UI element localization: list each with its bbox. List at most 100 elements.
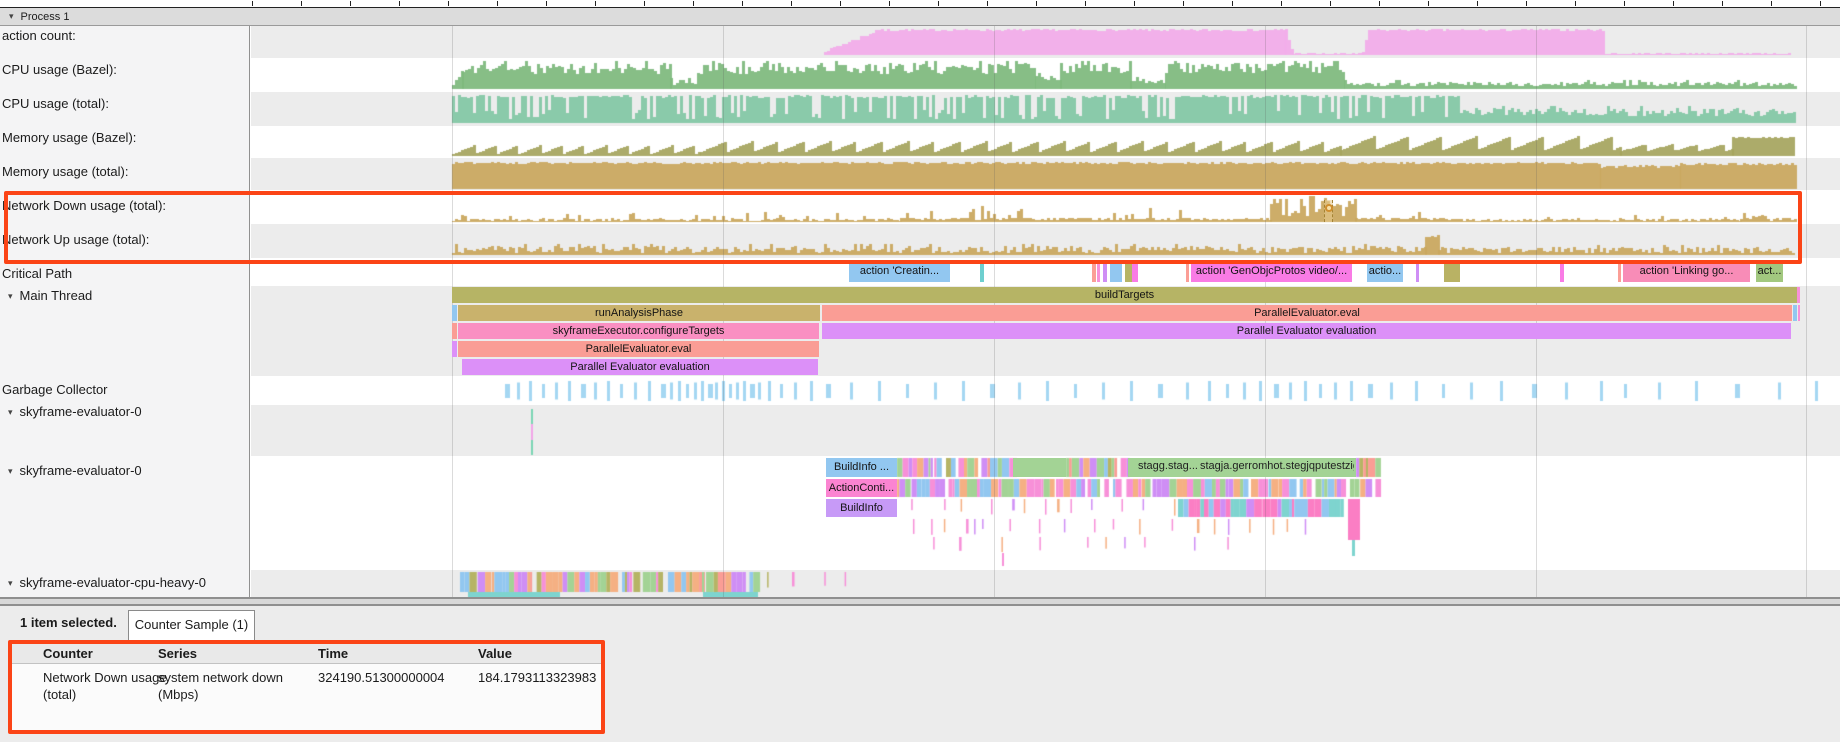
- ruler-tick: [1379, 1, 1380, 6]
- trace-slice[interactable]: ParallelEvaluator.eval: [822, 305, 1792, 321]
- ruler-tick: [938, 1, 939, 6]
- overlapping-slice-label: stagja.gerromhot.stegjqputestzigb.remot.…: [1200, 460, 1354, 472]
- trace-slice[interactable]: ParallelEvaluator.eval: [458, 341, 819, 357]
- ruler-tick: [1134, 1, 1135, 6]
- collapse-arrow-icon[interactable]: ▾: [8, 463, 13, 479]
- trace-slice[interactable]: [452, 305, 457, 321]
- trace-slice[interactable]: [1798, 305, 1800, 321]
- selection-status-text: 1 item selected.: [20, 615, 117, 630]
- process-header[interactable]: ▾Process 1: [0, 8, 1840, 26]
- critical-path-slice[interactable]: [1416, 261, 1419, 282]
- critical-path-slice[interactable]: [1444, 261, 1460, 282]
- table-header-background: [12, 643, 601, 663]
- ruler-tick: [1771, 1, 1772, 6]
- cell-value: 184.1793113323983: [478, 670, 596, 685]
- sidebar-item-skyframe-evaluator-0[interactable]: ▾ skyframe-evaluator-0: [8, 463, 142, 479]
- ruler-tick: [1722, 1, 1723, 6]
- trace-slice[interactable]: [1793, 305, 1797, 321]
- critical-path-slice[interactable]: [1618, 261, 1621, 282]
- trace-slice[interactable]: BuildInfo: [826, 499, 897, 517]
- ruler-tick: [1281, 1, 1282, 6]
- trace-slice[interactable]: [452, 341, 457, 357]
- track-label: Critical Path: [2, 266, 72, 281]
- trace-slice[interactable]: BuildInfo ...: [826, 458, 897, 477]
- sidebar-item-memory-usage-total[interactable]: Memory usage (total):: [2, 164, 128, 180]
- ruler-tick: [497, 1, 498, 6]
- track-label: Memory usage (Bazel):: [2, 130, 136, 145]
- critical-path-slice[interactable]: action 'Creatin...: [849, 261, 950, 282]
- critical-path-slice[interactable]: action 'Linking go...: [1623, 261, 1750, 282]
- trace-slice[interactable]: skyframeExecutor.configureTargets: [458, 323, 819, 339]
- selected-sample-marker-icon[interactable]: [1325, 204, 1333, 212]
- sidebar-item-skyframe-evaluator-cpu-heavy-0[interactable]: ▾ skyframe-evaluator-cpu-heavy-0: [8, 575, 206, 591]
- track-label: skyframe-evaluator-cpu-heavy-0: [20, 575, 206, 590]
- trace-slice[interactable]: [1013, 458, 1066, 477]
- track-label: CPU usage (total):: [2, 96, 109, 111]
- critical-path-slice[interactable]: action 'GenObjcProtos video/...: [1191, 261, 1352, 282]
- sidebar-item-network-down-usage-total[interactable]: Network Down usage (total):: [2, 198, 166, 214]
- critical-path-slice[interactable]: [1110, 261, 1122, 282]
- ruler-tick: [1526, 1, 1527, 6]
- ruler-tick: [1232, 1, 1233, 6]
- critical-path-slice[interactable]: [1092, 261, 1096, 282]
- tab-counter-sample[interactable]: Counter Sample (1): [128, 610, 255, 640]
- track-label: action count:: [2, 28, 76, 43]
- ruler-tick: [399, 1, 400, 6]
- cell-series-line2: (Mbps): [158, 687, 198, 702]
- sidebar-item-main-thread[interactable]: ▾Main Thread: [8, 288, 92, 304]
- trace-slice[interactable]: [452, 323, 457, 339]
- ruler-tick: [350, 1, 351, 6]
- trace-slice[interactable]: [1797, 287, 1800, 303]
- trace-slice[interactable]: runAnalysisPhase: [458, 305, 820, 321]
- sidebar-item-critical-path[interactable]: Critical Path: [2, 266, 72, 282]
- critical-path-slice[interactable]: [1125, 261, 1132, 282]
- critical-path-slice[interactable]: [1560, 261, 1564, 282]
- ruler-tick: [595, 1, 596, 6]
- track-label: skyframe-evaluator-0: [20, 463, 142, 478]
- ruler-tick: [1624, 1, 1625, 6]
- panel-splitter-handle[interactable]: [0, 597, 1840, 606]
- ruler-tick: [1183, 1, 1184, 6]
- ruler-tick: [693, 1, 694, 6]
- trace-slice[interactable]: Parallel Evaluator evaluation: [462, 359, 818, 375]
- collapse-arrow-icon[interactable]: ▾: [8, 575, 13, 591]
- ruler-tick: [791, 1, 792, 6]
- ruler-tick: [1575, 1, 1576, 6]
- ruler-tick: [987, 1, 988, 6]
- column-header-time: Time: [318, 646, 348, 661]
- collapse-arrow-icon[interactable]: ▾: [8, 404, 13, 420]
- track-label: CPU usage (Bazel):: [2, 62, 117, 77]
- trace-slice[interactable]: buildTargets: [452, 287, 1797, 303]
- trace-viewer: ▾Process 1 1 item selected. Counter Samp…: [0, 0, 1840, 742]
- collapse-arrow-icon[interactable]: ▾: [8, 288, 13, 304]
- trace-slice[interactable]: Parallel Evaluator evaluation: [822, 323, 1791, 339]
- critical-path-slice[interactable]: [1132, 261, 1138, 282]
- sidebar-item-cpu-usage-bazel[interactable]: CPU usage (Bazel):: [2, 62, 117, 78]
- sidebar-item-cpu-usage-total[interactable]: CPU usage (total):: [2, 96, 109, 112]
- column-header-counter: Counter: [43, 646, 93, 661]
- critical-path-slice[interactable]: [1103, 261, 1107, 282]
- sidebar-item-network-up-usage-total[interactable]: Network Up usage (total):: [2, 232, 149, 248]
- critical-path-slice[interactable]: actio...: [1367, 261, 1403, 282]
- ruler-tick: [1820, 1, 1821, 6]
- track-label: skyframe-evaluator-0: [20, 404, 142, 419]
- sidebar-item-skyframe-evaluator-0[interactable]: ▾ skyframe-evaluator-0: [8, 404, 142, 420]
- ruler-tick: [644, 1, 645, 6]
- critical-path-slice[interactable]: [1097, 261, 1100, 282]
- sidebar-item-garbage-collector[interactable]: Garbage Collector: [2, 382, 108, 398]
- column-header-value: Value: [478, 646, 512, 661]
- ruler-tick: [840, 1, 841, 6]
- critical-path-slice[interactable]: [980, 261, 984, 282]
- critical-path-slice[interactable]: act...: [1756, 261, 1783, 282]
- table-header-divider: [12, 663, 601, 664]
- track-label: Network Up usage (total):: [2, 232, 149, 247]
- sidebar-item-action-count[interactable]: action count:: [2, 28, 76, 44]
- cell-time: 324190.51300000004: [318, 670, 445, 685]
- ruler-tick: [889, 1, 890, 6]
- track-label: Garbage Collector: [2, 382, 108, 397]
- ruler-tick: [742, 1, 743, 6]
- collapse-arrow-icon[interactable]: ▾: [9, 7, 14, 25]
- critical-path-slice[interactable]: [1186, 261, 1189, 282]
- trace-slice[interactable]: ActionConti...: [826, 479, 897, 497]
- sidebar-item-memory-usage-bazel[interactable]: Memory usage (Bazel):: [2, 130, 136, 146]
